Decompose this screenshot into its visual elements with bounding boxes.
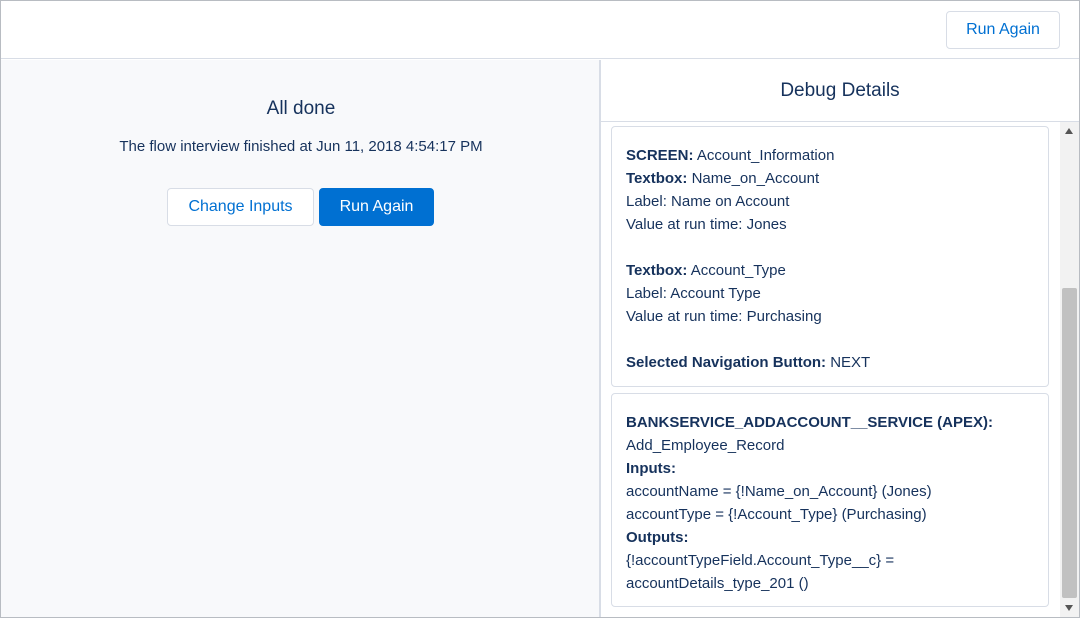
debug-title-divider (601, 121, 1079, 122)
debug-card-apex: BANKSERVICE_ADDACCOUNT__SERVICE (APEX): … (611, 393, 1049, 607)
debug-line: Inputs: (626, 460, 676, 477)
flow-result-pane: All done The flow interview finished at … (1, 60, 599, 617)
debug-line: Outputs: (626, 529, 689, 546)
debug-scrollbar[interactable] (1060, 122, 1079, 617)
debug-line: accountType = {!Account_Type} (Purchasin… (626, 506, 927, 523)
debug-line: SCREEN: Account_Information (626, 147, 835, 164)
debug-line: accountName = {!Name_on_Account} (Jones) (626, 483, 932, 500)
scroll-up-arrow-icon[interactable] (1065, 128, 1073, 134)
scroll-thumb[interactable] (1062, 288, 1077, 598)
debug-line: accountDetails_type_201 () (626, 575, 809, 592)
debug-card-screen: SCREEN: Account_Information Textbox: Nam… (611, 126, 1049, 387)
debug-line: Value at run time: Jones (626, 216, 787, 233)
page-title: All done (266, 98, 336, 119)
finished-message: The flow interview finished at Jun 11, 2… (119, 138, 483, 155)
debug-line: Textbox: Name_on_Account (626, 170, 820, 187)
header-bar: Run Again (1, 1, 1079, 59)
scroll-down-arrow-icon[interactable] (1065, 605, 1073, 611)
debug-line: Value at run time: Purchasing (626, 308, 822, 325)
debug-line: Add_Employee_Record (626, 437, 785, 454)
debug-line: Textbox: Account_Type (626, 262, 786, 279)
debug-line: Label: Name on Account (626, 193, 790, 210)
header-run-again-button[interactable]: Run Again (946, 11, 1060, 49)
debug-line: Selected Navigation Button: NEXT (626, 354, 871, 371)
debug-details-title: Debug Details (780, 80, 900, 101)
debug-line: BANKSERVICE_ADDACCOUNT__SERVICE (APEX): (626, 414, 994, 431)
debug-line: {!accountTypeField.Account_Type__c} = (626, 552, 895, 569)
debug-line: Label: Account Type (626, 285, 761, 302)
debug-pane: Debug Details SCREEN: Account_Informatio… (601, 60, 1079, 617)
run-again-button[interactable]: Run Again (319, 188, 434, 226)
change-inputs-button[interactable]: Change Inputs (167, 188, 314, 226)
